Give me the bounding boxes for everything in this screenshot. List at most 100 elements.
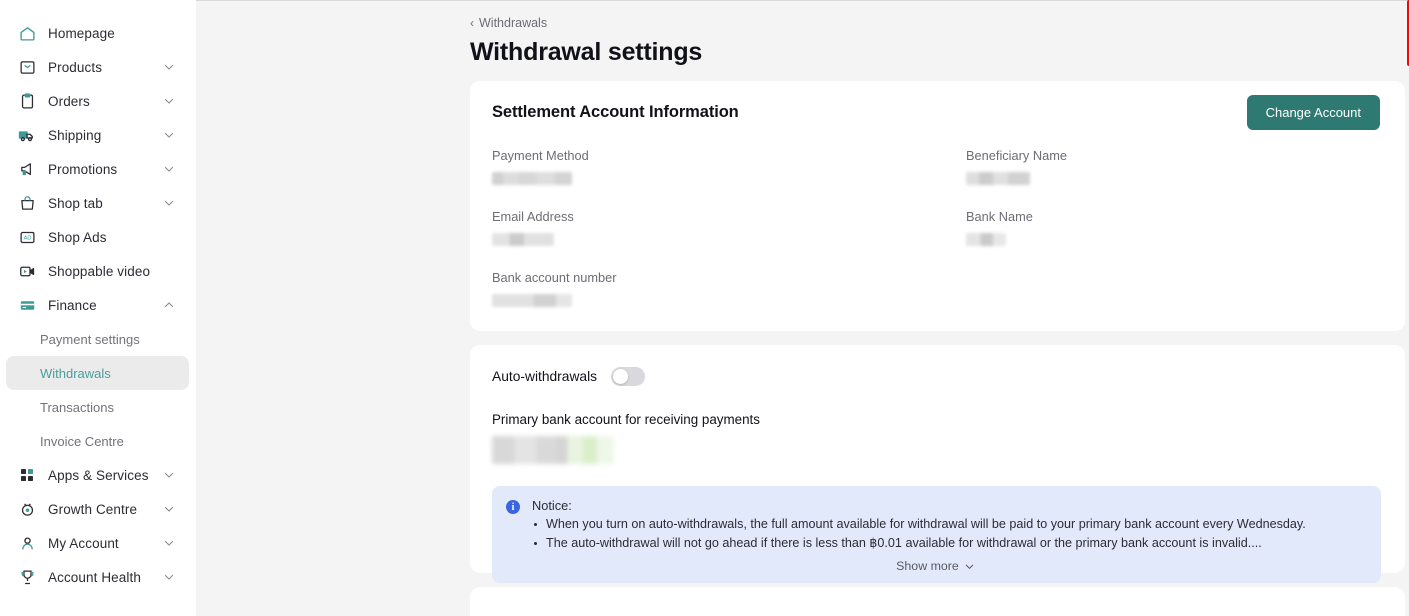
sidebar-item-finance[interactable]: Finance [6, 288, 189, 322]
field-payment-method: Payment Method [492, 148, 812, 185]
sidebar-item-withdrawals[interactable]: Withdrawals [6, 356, 189, 390]
field-bank-account-number: Bank account number [492, 270, 812, 307]
field-beneficiary-name: Beneficiary Name [966, 148, 1286, 185]
show-more-button[interactable]: Show more [506, 559, 1365, 573]
sidebar-item-account-health[interactable]: Account Health [6, 560, 189, 594]
sidebar-item-label: Shipping [48, 128, 101, 143]
field-label: Bank account number [492, 270, 812, 285]
sidebar-item-label: Promotions [48, 162, 117, 177]
notice-heading: Notice: [532, 498, 1365, 513]
apps-grid-icon [18, 466, 36, 484]
notice-bullet-list: When you turn on auto-withdrawals, the f… [532, 515, 1365, 553]
auto-withdrawals-label: Auto-withdrawals [492, 369, 597, 384]
growth-icon [18, 500, 36, 518]
redacted-value [492, 294, 572, 307]
sidebar-subitem-label: Payment settings [40, 332, 140, 347]
main-content: ‹ Withdrawals Withdrawal settings Settle… [196, 0, 1409, 616]
sidebar-item-label: Homepage [48, 26, 115, 41]
chevron-up-icon[interactable] [163, 299, 175, 311]
shop-bag-icon [18, 194, 36, 212]
chevron-down-icon[interactable] [163, 95, 175, 107]
sidebar-item-label: Products [48, 60, 102, 75]
sidebar-subitem-label: Invoice Centre [40, 434, 124, 449]
chevron-down-icon[interactable] [163, 61, 175, 73]
sidebar-item-label: Shop Ads [48, 230, 107, 245]
sidebar-subitem-label: Withdrawals [40, 366, 111, 381]
chevron-down-icon[interactable] [163, 163, 175, 175]
sidebar-item-homepage[interactable]: Homepage [6, 16, 189, 50]
sidebar-item-transactions[interactable]: Transactions [6, 390, 189, 424]
field-label: Bank Name [966, 209, 1286, 224]
sidebar-item-label: Account Health [48, 570, 141, 585]
next-card-partial [470, 587, 1405, 616]
field-bank-name: Bank Name [966, 209, 1286, 246]
chevron-down-icon[interactable] [163, 197, 175, 209]
content-column: ‹ Withdrawals Withdrawal settings Settle… [470, 0, 1405, 616]
sidebar-item-shop-tab[interactable]: Shop tab [6, 186, 189, 220]
products-icon [18, 58, 36, 76]
trophy-icon [18, 568, 36, 586]
field-label: Email Address [492, 209, 812, 224]
breadcrumb-label: Withdrawals [479, 16, 547, 30]
sidebar-item-label: Finance [48, 298, 97, 313]
sidebar-item-promotions[interactable]: Promotions [6, 152, 189, 186]
sidebar: Homepage Products Orders Shipping [0, 0, 196, 616]
chevron-down-icon[interactable] [163, 469, 175, 481]
chevron-down-icon[interactable] [163, 129, 175, 141]
settlement-account-card: Settlement Account Information Change Ac… [470, 81, 1405, 331]
primary-account-redacted-value [492, 436, 614, 464]
chevron-down-icon[interactable] [163, 503, 175, 515]
field-label: Payment Method [492, 148, 812, 163]
change-account-button[interactable]: Change Account [1247, 95, 1380, 130]
redacted-value [966, 172, 1030, 185]
auto-withdrawals-row: Auto-withdrawals [492, 367, 1381, 386]
redacted-value [966, 233, 1006, 246]
redacted-value [492, 233, 554, 246]
ads-icon: AD [18, 228, 36, 246]
sidebar-item-payment-settings[interactable]: Payment settings [6, 322, 189, 356]
chevron-down-icon [964, 561, 975, 572]
notice-banner: i Notice: When you turn on auto-withdraw… [492, 486, 1381, 583]
app-root: Homepage Products Orders Shipping [0, 0, 1409, 616]
home-icon [18, 24, 36, 42]
toggle-knob [613, 369, 628, 384]
show-more-label: Show more [896, 559, 959, 573]
sidebar-item-invoice-centre[interactable]: Invoice Centre [6, 424, 189, 458]
sidebar-item-growth-centre[interactable]: Growth Centre [6, 492, 189, 526]
megaphone-icon [18, 160, 36, 178]
chevron-down-icon[interactable] [163, 537, 175, 549]
sidebar-item-shoppable-video[interactable]: Shoppable video [6, 254, 189, 288]
user-icon [18, 534, 36, 552]
svg-text:AD: AD [23, 235, 31, 241]
sidebar-item-apps-services[interactable]: Apps & Services [6, 458, 189, 492]
sidebar-item-shipping[interactable]: Shipping [6, 118, 189, 152]
auto-withdrawals-card: Auto-withdrawals Primary bank account fo… [470, 345, 1405, 573]
info-icon: i [506, 500, 520, 514]
sidebar-item-shop-ads[interactable]: AD Shop Ads [6, 220, 189, 254]
sidebar-subitem-label: Transactions [40, 400, 114, 415]
sidebar-item-label: Apps & Services [48, 468, 149, 483]
sidebar-item-label: Shop tab [48, 196, 103, 211]
sidebar-item-label: My Account [48, 536, 119, 551]
field-email-address: Email Address [492, 209, 812, 246]
sidebar-item-products[interactable]: Products [6, 50, 189, 84]
notice-bullet: The auto-withdrawal will not go ahead if… [532, 534, 1365, 553]
chevron-down-icon[interactable] [163, 571, 175, 583]
sidebar-item-label: Growth Centre [48, 502, 137, 517]
primary-account-label: Primary bank account for receiving payme… [492, 412, 1381, 427]
page-title: Withdrawal settings [470, 38, 1405, 67]
shipping-truck-icon [18, 126, 36, 144]
finance-card-icon [18, 296, 36, 314]
sidebar-item-label: Shoppable video [48, 264, 150, 279]
top-divider [196, 0, 1409, 1]
chevron-left-icon: ‹ [470, 17, 474, 29]
sidebar-item-my-account[interactable]: My Account [6, 526, 189, 560]
notice-bullet: When you turn on auto-withdrawals, the f… [532, 515, 1365, 534]
video-icon [18, 262, 36, 280]
sidebar-item-orders[interactable]: Orders [6, 84, 189, 118]
orders-icon [18, 92, 36, 110]
redacted-value [492, 172, 572, 185]
breadcrumb[interactable]: ‹ Withdrawals [470, 16, 547, 30]
auto-withdrawals-toggle[interactable] [611, 367, 645, 386]
field-label: Beneficiary Name [966, 148, 1286, 163]
